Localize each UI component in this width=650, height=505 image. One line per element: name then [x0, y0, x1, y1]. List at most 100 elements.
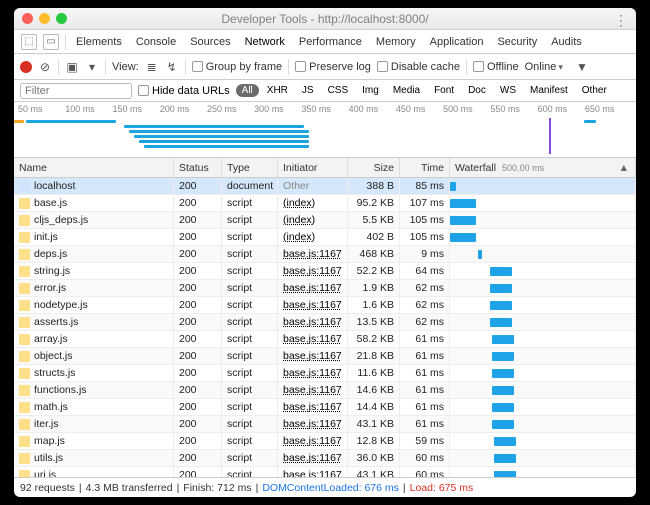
group-by-frame-checkbox[interactable]: Group by frame: [192, 61, 282, 73]
tab-performance[interactable]: Performance: [292, 36, 369, 48]
filter-type-all[interactable]: All: [236, 84, 259, 97]
filter-type-other[interactable]: Other: [576, 84, 613, 97]
request-size: 5.5 KB: [348, 212, 400, 228]
request-initiator[interactable]: base.js:1167: [283, 265, 342, 277]
filter-type-xhr[interactable]: XHR: [261, 84, 294, 97]
minimize-icon[interactable]: [39, 13, 50, 24]
offline-checkbox[interactable]: Offline: [473, 61, 519, 73]
hide-data-urls-checkbox[interactable]: Hide data URLs: [138, 85, 230, 97]
filter-type-font[interactable]: Font: [428, 84, 460, 97]
request-type: script: [222, 314, 278, 330]
request-type: script: [222, 467, 278, 477]
filter-type-ws[interactable]: WS: [494, 84, 522, 97]
request-row[interactable]: string.js200scriptbase.js:116752.2 KB64 …: [14, 263, 636, 280]
request-row[interactable]: init.js200script(index)402 B105 ms: [14, 229, 636, 246]
tab-audits[interactable]: Audits: [544, 36, 589, 48]
request-waterfall: [450, 433, 636, 449]
request-name: base.js: [34, 197, 67, 209]
clear-icon[interactable]: ⊘: [38, 60, 52, 74]
col-type[interactable]: Type: [222, 158, 278, 177]
filter-input[interactable]: Filter: [20, 83, 132, 99]
col-initiator[interactable]: Initiator: [278, 158, 348, 177]
request-initiator[interactable]: base.js:1167: [283, 299, 342, 311]
maximize-icon[interactable]: [56, 13, 67, 24]
disable-cache-checkbox[interactable]: Disable cache: [377, 61, 460, 73]
request-row[interactable]: asserts.js200scriptbase.js:116713.5 KB62…: [14, 314, 636, 331]
tab-network[interactable]: Network: [238, 36, 292, 48]
request-type: script: [222, 246, 278, 262]
request-row[interactable]: utils.js200scriptbase.js:116736.0 KB60 m…: [14, 450, 636, 467]
request-row[interactable]: iter.js200scriptbase.js:116743.1 KB61 ms: [14, 416, 636, 433]
request-row[interactable]: structs.js200scriptbase.js:116711.6 KB61…: [14, 365, 636, 382]
kebab-menu-icon[interactable]: ⋮: [614, 12, 628, 29]
request-row[interactable]: array.js200scriptbase.js:116758.2 KB61 m…: [14, 331, 636, 348]
capture-icon[interactable]: ▣: [65, 60, 79, 74]
request-initiator[interactable]: base.js:1167: [283, 452, 342, 464]
request-initiator[interactable]: base.js:1167: [283, 469, 342, 477]
filter-type-media[interactable]: Media: [387, 84, 426, 97]
overview-icon[interactable]: ↯: [165, 60, 179, 74]
request-initiator[interactable]: (index): [283, 214, 315, 226]
close-icon[interactable]: [22, 13, 33, 24]
preserve-log-checkbox[interactable]: Preserve log: [295, 61, 371, 73]
request-initiator[interactable]: base.js:1167: [283, 350, 342, 362]
timeline-overview[interactable]: 50 ms100 ms150 ms200 ms250 ms300 ms350 m…: [14, 102, 636, 158]
col-status[interactable]: Status: [174, 158, 222, 177]
tab-console[interactable]: Console: [129, 36, 183, 48]
request-size: 1.6 KB: [348, 297, 400, 313]
request-row[interactable]: object.js200scriptbase.js:116721.8 KB61 …: [14, 348, 636, 365]
request-initiator[interactable]: base.js:1167: [283, 248, 342, 260]
tab-application[interactable]: Application: [423, 36, 491, 48]
request-initiator[interactable]: base.js:1167: [283, 384, 342, 396]
request-row[interactable]: map.js200scriptbase.js:116712.8 KB59 ms: [14, 433, 636, 450]
request-time: 107 ms: [400, 195, 450, 211]
request-initiator[interactable]: base.js:1167: [283, 333, 342, 345]
request-initiator[interactable]: (index): [283, 231, 315, 243]
col-time[interactable]: Time: [400, 158, 450, 177]
request-row[interactable]: nodetype.js200scriptbase.js:11671.6 KB62…: [14, 297, 636, 314]
request-row[interactable]: deps.js200scriptbase.js:1167468 KB9 ms: [14, 246, 636, 263]
request-row[interactable]: cljs_deps.js200script(index)5.5 KB105 ms: [14, 212, 636, 229]
request-name: init.js: [34, 231, 58, 243]
filter-type-css[interactable]: CSS: [322, 84, 355, 97]
record-icon[interactable]: [20, 61, 32, 73]
device-icon[interactable]: ▭: [43, 34, 59, 50]
request-initiator[interactable]: base.js:1167: [283, 367, 342, 379]
col-waterfall[interactable]: Waterfall500.00 ms▲: [450, 158, 636, 177]
tab-sources[interactable]: Sources: [183, 36, 237, 48]
request-waterfall: [450, 467, 636, 477]
window-title: Developer Tools - http://localhost:8000/: [221, 12, 428, 26]
request-initiator[interactable]: base.js:1167: [283, 316, 342, 328]
tab-security[interactable]: Security: [490, 36, 544, 48]
request-initiator[interactable]: base.js:1167: [283, 418, 342, 430]
large-rows-icon[interactable]: ≣: [145, 60, 159, 74]
throttling-select[interactable]: Online▾: [525, 61, 563, 73]
request-size: 402 B: [348, 229, 400, 245]
request-row[interactable]: localhost200documentOther388 B85 ms: [14, 178, 636, 195]
filter-type-doc[interactable]: Doc: [462, 84, 492, 97]
request-name: utils.js: [34, 452, 63, 464]
inspect-icon[interactable]: ⬚: [21, 34, 37, 50]
request-initiator[interactable]: base.js:1167: [283, 401, 342, 413]
request-list[interactable]: localhost200documentOther388 B85 msbase.…: [14, 178, 636, 477]
request-row[interactable]: error.js200scriptbase.js:11671.9 KB62 ms: [14, 280, 636, 297]
request-initiator[interactable]: base.js:1167: [283, 282, 342, 294]
network-conditions-icon[interactable]: ▼: [575, 60, 589, 74]
request-initiator[interactable]: (index): [283, 197, 315, 209]
col-size[interactable]: Size: [348, 158, 400, 177]
tab-elements[interactable]: Elements: [69, 36, 129, 48]
filter-type-manifest[interactable]: Manifest: [524, 84, 574, 97]
request-status: 200: [174, 212, 222, 228]
request-row[interactable]: base.js200script(index)95.2 KB107 ms: [14, 195, 636, 212]
filter-icon[interactable]: ▾: [85, 60, 99, 74]
tab-memory[interactable]: Memory: [369, 36, 423, 48]
request-row[interactable]: functions.js200scriptbase.js:116714.6 KB…: [14, 382, 636, 399]
filter-type-img[interactable]: Img: [356, 84, 385, 97]
timeline-ticks: 50 ms100 ms150 ms200 ms250 ms300 ms350 m…: [14, 102, 636, 116]
request-waterfall: [450, 229, 636, 245]
col-name[interactable]: Name: [14, 158, 174, 177]
request-row[interactable]: uri.js200scriptbase.js:116743.1 KB60 ms: [14, 467, 636, 477]
filter-type-js[interactable]: JS: [296, 84, 320, 97]
request-row[interactable]: math.js200scriptbase.js:116714.4 KB61 ms: [14, 399, 636, 416]
request-initiator[interactable]: base.js:1167: [283, 435, 342, 447]
